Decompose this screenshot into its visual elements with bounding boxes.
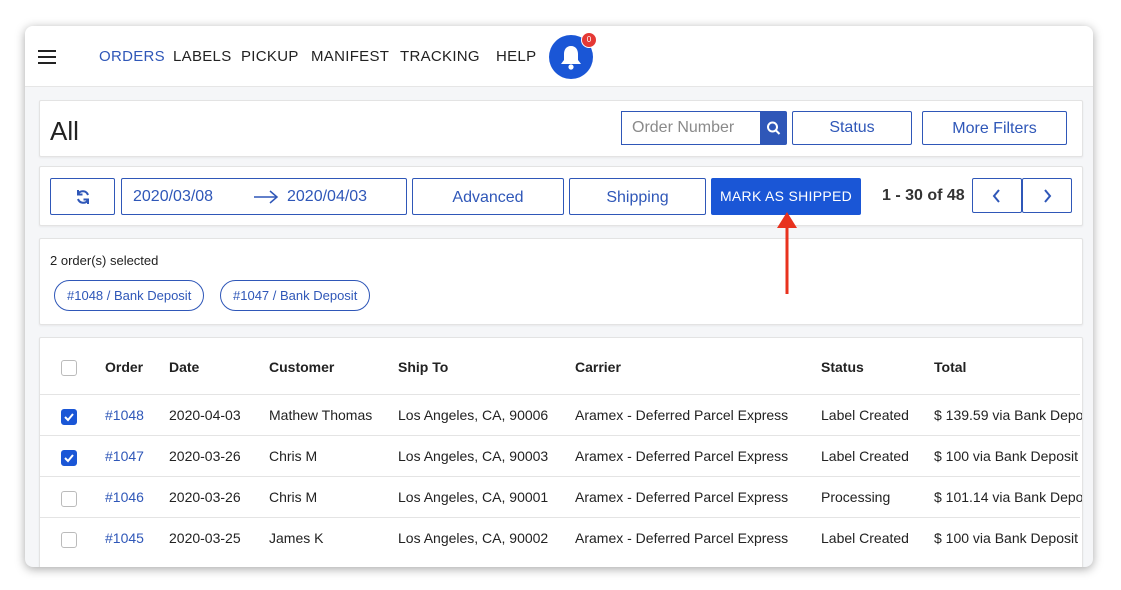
row-checkbox[interactable] <box>61 450 77 466</box>
table-row[interactable]: #1048 2020-04-03 Mathew Thomas Los Angel… <box>40 394 1083 436</box>
column-header-customer[interactable]: Customer <box>269 359 334 375</box>
ship-to: Los Angeles, CA, 90001 <box>398 489 549 505</box>
chevron-right-icon <box>1044 189 1052 203</box>
ship-to: Los Angeles, CA, 90003 <box>398 448 549 464</box>
prev-page-button[interactable] <box>972 178 1022 213</box>
order-status: Processing <box>821 489 891 505</box>
customer-name: James K <box>269 530 324 546</box>
column-header-total[interactable]: Total <box>934 359 966 375</box>
order-date: 2020-03-25 <box>169 530 241 546</box>
column-header-status[interactable]: Status <box>821 359 864 375</box>
mark-as-shipped-button[interactable]: MARK AS SHIPPED <box>711 178 861 215</box>
order-date: 2020-03-26 <box>169 489 241 505</box>
order-status: Label Created <box>821 530 909 546</box>
chevron-left-icon <box>992 189 1000 203</box>
toolbar-panel: 2020/03/08 2020/04/03 Advanced Shipping … <box>39 166 1083 226</box>
notification-badge: 0 <box>581 32 597 48</box>
date-from[interactable]: 2020/03/08 <box>133 188 213 206</box>
pagination-label: 1 - 30 of 48 <box>882 187 965 204</box>
shipping-button[interactable]: Shipping <box>569 178 706 215</box>
order-link[interactable]: #1046 <box>105 489 144 505</box>
date-to[interactable]: 2020/04/03 <box>287 188 367 206</box>
nav-pickup[interactable]: PICKUP <box>241 48 299 65</box>
advanced-button[interactable]: Advanced <box>412 178 564 215</box>
carrier: Aramex - Deferred Parcel Express <box>575 407 789 423</box>
order-number-search-input[interactable] <box>621 111 761 145</box>
ship-to: Los Angeles, CA, 90002 <box>398 530 549 546</box>
carrier: Aramex - Deferred Parcel Express <box>575 530 789 546</box>
menu-icon[interactable] <box>38 50 56 64</box>
arrow-right-icon <box>254 190 279 204</box>
customer-name: Chris M <box>269 489 318 505</box>
column-header-order[interactable]: Order <box>105 359 143 375</box>
nav-labels[interactable]: LABELS <box>173 48 232 65</box>
order-link[interactable]: #1047 <box>105 448 144 464</box>
carrier: Aramex - Deferred Parcel Express <box>575 448 789 464</box>
page-title: All <box>50 116 79 146</box>
refresh-icon <box>76 190 89 204</box>
selection-panel: 2 order(s) selected #1048 / Bank Deposit… <box>39 238 1083 325</box>
row-checkbox[interactable] <box>61 491 77 507</box>
customer-name: Mathew Thomas <box>269 407 373 423</box>
selected-order-chip[interactable]: #1047 / Bank Deposit <box>220 280 371 311</box>
nav-tracking[interactable]: TRACKING <box>400 48 480 65</box>
order-link[interactable]: #1048 <box>105 407 144 423</box>
order-total: $ 101.14 via Bank Deposit <box>934 489 1083 505</box>
selected-order-chip[interactable]: #1048 / Bank Deposit <box>54 280 205 311</box>
nav-orders[interactable]: ORDERS <box>99 48 165 65</box>
column-header-ship-to[interactable]: Ship To <box>398 359 448 375</box>
checkmark-icon <box>64 413 74 422</box>
order-total: $ 100 via Bank Deposit <box>934 448 1078 464</box>
column-header-carrier[interactable]: Carrier <box>575 359 621 375</box>
select-all-checkbox[interactable] <box>61 360 77 376</box>
customer-name: Chris M <box>269 448 318 464</box>
ship-to: Los Angeles, CA, 90006 <box>398 407 549 423</box>
nav-help[interactable]: HELP <box>496 48 536 65</box>
header-panel: All Status More Filters <box>39 100 1083 157</box>
selected-count-label: 2 order(s) selected <box>50 253 159 268</box>
bell-icon <box>561 46 581 70</box>
order-total: $ 139.59 via Bank Deposit <box>934 407 1083 423</box>
column-header-date[interactable]: Date <box>169 359 199 375</box>
order-status: Label Created <box>821 407 909 423</box>
more-filters-button[interactable]: More Filters <box>922 111 1067 145</box>
refresh-button[interactable] <box>50 178 115 215</box>
table-row[interactable]: #1047 2020-03-26 Chris M Los Angeles, CA… <box>40 435 1080 477</box>
next-page-button[interactable] <box>1022 178 1072 213</box>
app-window: ORDERS LABELS PICKUP MANIFEST TRACKING H… <box>25 26 1093 567</box>
order-total: $ 100 via Bank Deposit <box>934 530 1078 546</box>
search-icon <box>767 121 781 135</box>
row-checkbox[interactable] <box>61 409 77 425</box>
search-button[interactable] <box>760 111 787 145</box>
date-range-picker[interactable]: 2020/03/08 2020/04/03 <box>121 178 407 215</box>
nav-manifest[interactable]: MANIFEST <box>311 48 389 65</box>
order-status: Label Created <box>821 448 909 464</box>
order-date: 2020-04-03 <box>169 407 241 423</box>
table-row[interactable]: #1045 2020-03-25 James K Los Angeles, CA… <box>40 517 1080 559</box>
checkmark-icon <box>64 454 74 463</box>
orders-table: Order Date Customer Ship To Carrier Stat… <box>39 337 1083 567</box>
top-nav-bar: ORDERS LABELS PICKUP MANIFEST TRACKING H… <box>25 26 1093 87</box>
order-date: 2020-03-26 <box>169 448 241 464</box>
table-row[interactable]: #1046 2020-03-26 Chris M Los Angeles, CA… <box>40 476 1083 518</box>
row-checkbox[interactable] <box>61 532 77 548</box>
order-link[interactable]: #1045 <box>105 530 144 546</box>
carrier: Aramex - Deferred Parcel Express <box>575 489 789 505</box>
status-filter-button[interactable]: Status <box>792 111 912 145</box>
